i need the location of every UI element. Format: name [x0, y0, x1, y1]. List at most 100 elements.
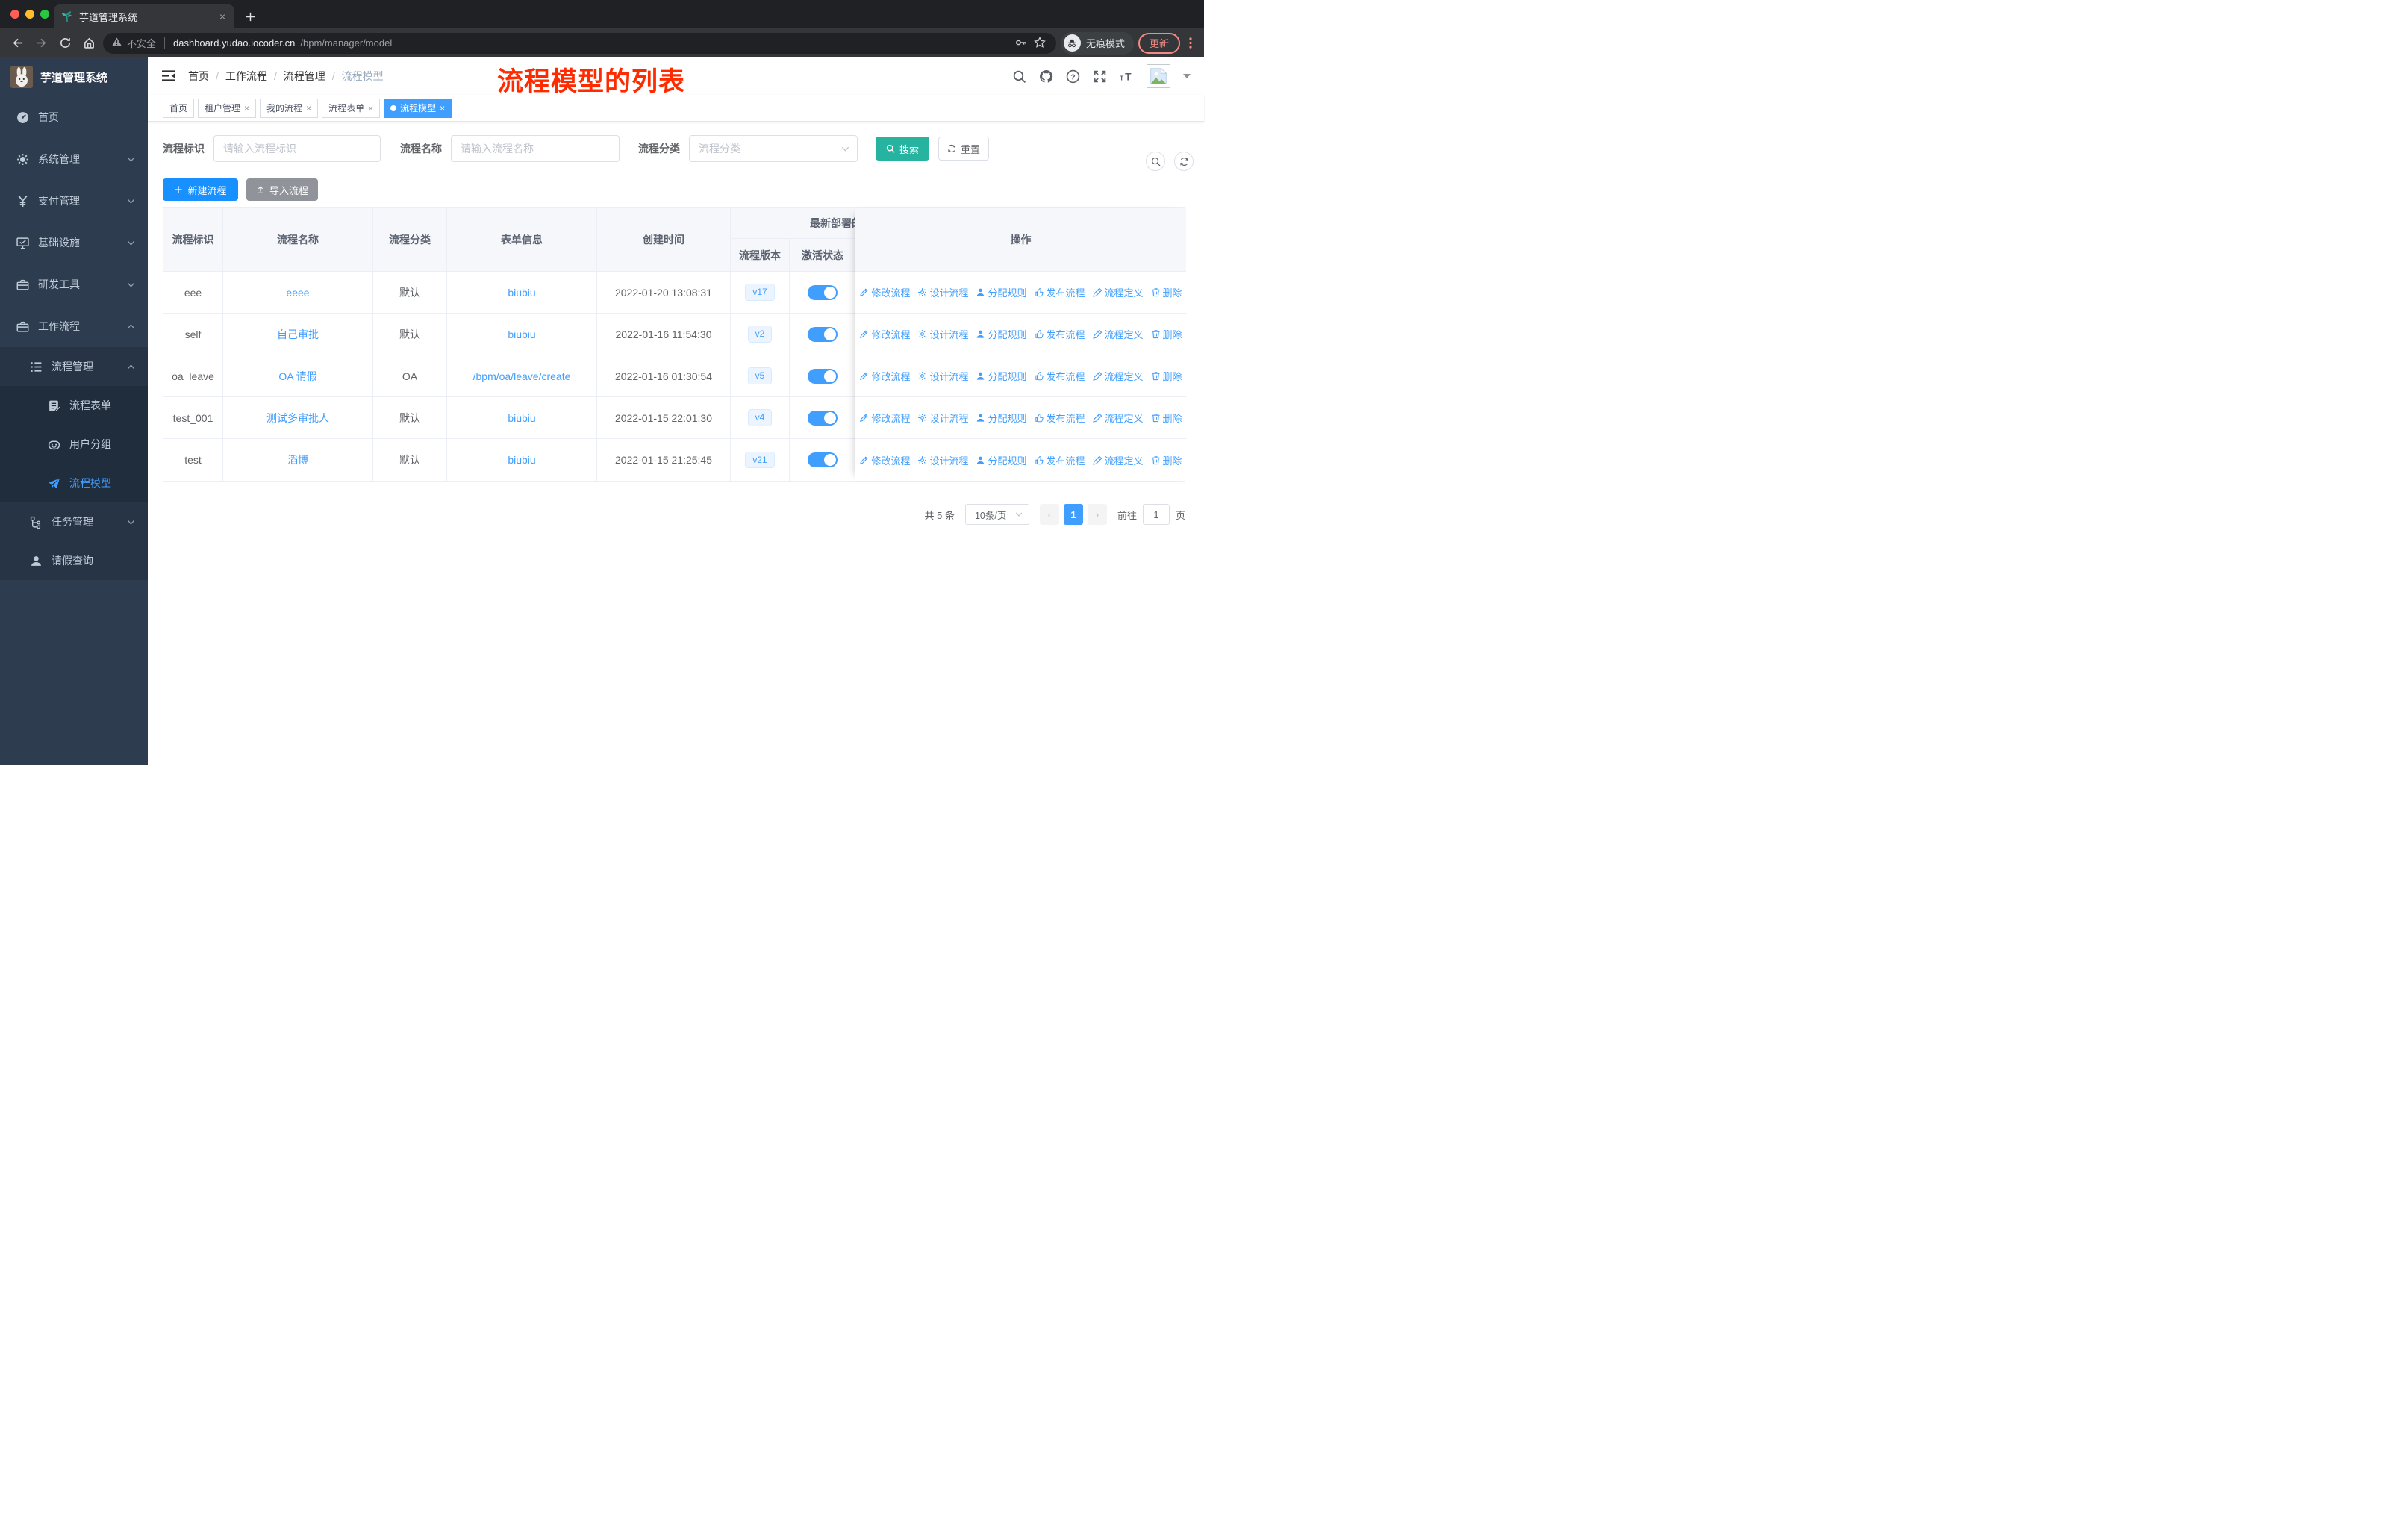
- delete-link[interactable]: 删除: [1151, 285, 1182, 299]
- sidebar-item-process-management[interactable]: 流程管理: [0, 347, 148, 386]
- sidebar-item-task-management[interactable]: 任务管理: [0, 502, 148, 541]
- tag-close-icon[interactable]: ×: [244, 103, 249, 113]
- version-tag[interactable]: v5: [747, 367, 773, 384]
- assign-rules-link[interactable]: 分配规则: [976, 369, 1027, 383]
- assign-rules-link[interactable]: 分配规则: [976, 327, 1027, 341]
- design-process-link[interactable]: 设计流程: [917, 327, 968, 341]
- process-definition-link[interactable]: 流程定义: [1092, 285, 1144, 299]
- back-icon[interactable]: [7, 34, 27, 53]
- assign-rules-link[interactable]: 分配规则: [976, 285, 1027, 299]
- sidebar-item-home[interactable]: 首页: [0, 96, 148, 138]
- design-process-link[interactable]: 设计流程: [917, 369, 968, 383]
- update-button[interactable]: 更新: [1138, 32, 1180, 54]
- form-info-link[interactable]: biubiu: [508, 287, 535, 299]
- modify-process-link[interactable]: 修改流程: [859, 369, 910, 383]
- tab-process-model[interactable]: 流程模型 ×: [384, 98, 452, 118]
- process-definition-link[interactable]: 流程定义: [1092, 369, 1144, 383]
- search-icon[interactable]: [1012, 69, 1026, 84]
- form-info-link[interactable]: biubiu: [508, 328, 535, 340]
- forward-icon[interactable]: [31, 34, 51, 53]
- process-definition-link[interactable]: 流程定义: [1092, 327, 1144, 341]
- version-tag[interactable]: v4: [747, 409, 773, 426]
- show-search-icon[interactable]: [1146, 152, 1165, 171]
- publish-process-link[interactable]: 发布流程: [1035, 327, 1085, 341]
- chevron-down-icon[interactable]: [1183, 74, 1191, 78]
- delete-link[interactable]: 删除: [1151, 411, 1182, 425]
- sidebar-item-leave-query[interactable]: 请假查询: [0, 541, 148, 580]
- delete-link[interactable]: 删除: [1151, 327, 1182, 341]
- process-definition-link[interactable]: 流程定义: [1092, 453, 1144, 467]
- user-avatar[interactable]: [1147, 64, 1170, 88]
- modify-process-link[interactable]: 修改流程: [859, 285, 910, 299]
- breadcrumb-item[interactable]: 流程管理: [284, 69, 325, 84]
- form-info-link[interactable]: biubiu: [508, 412, 535, 424]
- assign-rules-link[interactable]: 分配规则: [976, 453, 1027, 467]
- fullscreen-icon[interactable]: [1093, 69, 1107, 84]
- tag-close-icon[interactable]: ×: [306, 103, 311, 113]
- home-icon[interactable]: [79, 34, 99, 53]
- design-process-link[interactable]: 设计流程: [917, 285, 968, 299]
- tag-close-icon[interactable]: ×: [368, 103, 373, 113]
- publish-process-link[interactable]: 发布流程: [1035, 369, 1085, 383]
- new-tab-button[interactable]: [240, 7, 260, 26]
- process-name-link[interactable]: eeee: [286, 287, 309, 299]
- design-process-link[interactable]: 设计流程: [917, 411, 968, 425]
- zoom-window-button[interactable]: [40, 10, 49, 19]
- tab-my-process[interactable]: 我的流程 ×: [260, 98, 319, 118]
- reload-icon[interactable]: [55, 34, 75, 53]
- tab-tenant-management[interactable]: 租户管理 ×: [198, 98, 257, 118]
- sidebar-item-infrastructure[interactable]: 基础设施: [0, 222, 148, 264]
- process-name-link[interactable]: OA 请假: [278, 369, 316, 384]
- form-info-link[interactable]: biubiu: [508, 454, 535, 466]
- modify-process-link[interactable]: 修改流程: [859, 453, 910, 467]
- process-name-link[interactable]: 滔博: [287, 452, 308, 467]
- active-toggle[interactable]: [808, 284, 838, 300]
- delete-link[interactable]: 删除: [1151, 369, 1182, 383]
- page-1-button[interactable]: 1: [1063, 504, 1083, 525]
- collapse-sidebar-icon[interactable]: [161, 69, 176, 83]
- version-tag[interactable]: v21: [745, 451, 775, 469]
- search-button[interactable]: 搜索: [876, 137, 929, 161]
- tab-close-icon[interactable]: ×: [218, 10, 227, 22]
- page-size-select[interactable]: 10条/页: [964, 504, 1029, 525]
- url-input[interactable]: 不安全 dashboard.yudao.iocoder.cn/bpm/manag…: [103, 32, 1056, 54]
- sidebar-item-payment-management[interactable]: 支付管理: [0, 180, 148, 222]
- publish-process-link[interactable]: 发布流程: [1035, 411, 1085, 425]
- next-page-button[interactable]: ›: [1087, 504, 1107, 525]
- category-select[interactable]: 流程分类: [689, 135, 858, 162]
- tab-process-form[interactable]: 流程表单 ×: [322, 98, 381, 118]
- breadcrumb-item[interactable]: 首页: [188, 69, 209, 84]
- goto-page-input[interactable]: [1142, 504, 1170, 525]
- design-process-link[interactable]: 设计流程: [917, 453, 968, 467]
- key-icon[interactable]: [1015, 37, 1029, 50]
- version-tag[interactable]: v2: [747, 326, 773, 343]
- browser-menu-icon[interactable]: [1185, 37, 1197, 50]
- sidebar-item-workflow[interactable]: 工作流程: [0, 305, 148, 347]
- sidebar-item-process-model[interactable]: 流程模型: [0, 464, 148, 502]
- sidebar-item-system-management[interactable]: 系统管理: [0, 138, 148, 180]
- form-info-link[interactable]: /bpm/oa/leave/create: [473, 370, 571, 382]
- close-window-button[interactable]: [10, 10, 19, 19]
- active-toggle[interactable]: [808, 452, 838, 467]
- modify-process-link[interactable]: 修改流程: [859, 411, 910, 425]
- assign-rules-link[interactable]: 分配规则: [976, 411, 1027, 425]
- delete-link[interactable]: 删除: [1151, 453, 1182, 467]
- active-toggle[interactable]: [808, 326, 838, 342]
- reset-button[interactable]: 重置: [938, 137, 989, 161]
- import-process-button[interactable]: 导入流程: [246, 178, 318, 201]
- help-icon[interactable]: ?: [1066, 69, 1080, 84]
- active-toggle[interactable]: [808, 410, 838, 426]
- sidebar-item-user-group[interactable]: 用户分组: [0, 425, 148, 464]
- tag-close-icon[interactable]: ×: [440, 103, 445, 113]
- modify-process-link[interactable]: 修改流程: [859, 327, 910, 341]
- refresh-icon[interactable]: [1174, 152, 1194, 171]
- process-name-link[interactable]: 测试多审批人: [266, 411, 329, 426]
- process-name-link[interactable]: 自己审批: [277, 327, 319, 342]
- version-tag[interactable]: v17: [745, 284, 775, 301]
- publish-process-link[interactable]: 发布流程: [1035, 453, 1085, 467]
- minimize-window-button[interactable]: [25, 10, 34, 19]
- breadcrumb-item[interactable]: 工作流程: [225, 69, 267, 84]
- active-toggle[interactable]: [808, 368, 838, 384]
- process-key-input[interactable]: [213, 135, 381, 162]
- sidebar-item-process-form[interactable]: 流程表单: [0, 386, 148, 425]
